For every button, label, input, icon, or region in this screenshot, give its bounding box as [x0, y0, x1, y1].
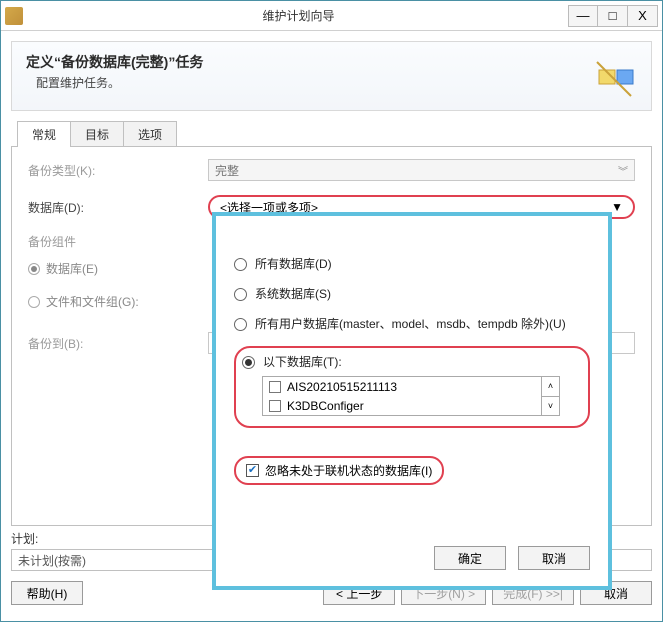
backup-type-combo: 完整 ︾: [208, 159, 635, 181]
component-db-radio: 数据库(E): [28, 260, 139, 277]
page-header: 定义“备份数据库(完整)”任务 配置维护任务。: [11, 41, 652, 111]
window-buttons: — □ X: [568, 5, 658, 27]
ignore-offline-checkbox[interactable]: ✔: [246, 464, 259, 477]
db-row-2[interactable]: K3DBConfiger: [263, 396, 541, 415]
chevron-down-icon: ︾: [618, 163, 628, 178]
close-button[interactable]: X: [628, 5, 658, 27]
row-backup-type: 备份类型(K): 完整 ︾: [28, 159, 635, 181]
radio-icon: [234, 288, 247, 301]
opt-these-text: 以下数据库(T):: [263, 354, 342, 370]
tab-options[interactable]: 选项: [123, 121, 177, 147]
opt-system-databases[interactable]: 系统数据库(S): [234, 286, 590, 302]
component-label: 备份组件: [28, 233, 139, 250]
backup-type-value: 完整: [215, 162, 239, 179]
db-name-2: K3DBConfiger: [287, 399, 364, 413]
dropdown-arrow-icon: ▼: [611, 200, 623, 214]
opt-sys-text: 系统数据库(S): [255, 286, 331, 302]
minimize-button[interactable]: —: [568, 5, 598, 27]
tab-target[interactable]: 目标: [70, 121, 124, 147]
opt-user-databases[interactable]: 所有用户数据库(master、model、msdb、tempdb 除外)(U): [234, 316, 590, 332]
plan-value-text: 未计划(按需): [18, 552, 86, 569]
header-decor-icon: [591, 52, 641, 102]
radio-icon: [28, 296, 40, 308]
backup-to-label: 备份到(B):: [28, 335, 208, 352]
database-label: 数据库(D):: [28, 199, 208, 216]
database-list-wrap: AIS20210515211113 K3DBConfiger ˄ ˅: [262, 376, 578, 416]
scroll-up-button[interactable]: ˄: [542, 377, 559, 397]
opt-user-text: 所有用户数据库(master、model、msdb、tempdb 除外)(U): [255, 316, 566, 332]
title-bar: 维护计划向导 — □ X: [1, 1, 662, 31]
db-row-1[interactable]: AIS20210515211113: [263, 377, 541, 396]
ignore-offline-label: 忽略未处于联机状态的数据库(I): [265, 462, 432, 479]
scroll-down-button[interactable]: ˅: [542, 397, 559, 416]
wizard-window: 维护计划向导 — □ X 定义“备份数据库(完整)”任务 配置维护任务。 常规 …: [0, 0, 663, 622]
database-dropdown-popup: 所有数据库(D) 系统数据库(S) 所有用户数据库(master、model、m…: [212, 212, 612, 590]
highlight-ignore-offline: ✔ 忽略未处于联机状态的数据库(I): [234, 456, 444, 485]
popup-ok-button[interactable]: 确定: [434, 546, 506, 570]
tab-general[interactable]: 常规: [17, 121, 71, 147]
opt-all-text: 所有数据库(D): [255, 256, 332, 272]
checkbox-icon[interactable]: [269, 381, 281, 393]
tab-strip: 常规 目标 选项: [17, 121, 652, 147]
maximize-button[interactable]: □: [598, 5, 628, 27]
app-icon: [5, 7, 23, 25]
radio-icon: [28, 263, 40, 275]
backup-type-label: 备份类型(K):: [28, 162, 208, 179]
component-fg-radio: 文件和文件组(G):: [28, 293, 139, 310]
highlight-these-databases: 以下数据库(T): AIS20210515211113 K3DBConfiger: [234, 346, 590, 428]
list-scroll-spinner: ˄ ˅: [542, 376, 560, 416]
radio-icon: [234, 258, 247, 271]
popup-cancel-button[interactable]: 取消: [518, 546, 590, 570]
component-fg-text: 文件和文件组(G):: [46, 293, 139, 310]
page-subtitle: 配置维护任务。: [36, 74, 637, 91]
opt-these-databases[interactable]: 以下数据库(T):: [242, 354, 578, 370]
component-db-text: 数据库(E): [46, 260, 98, 277]
popup-button-bar: 确定 取消: [234, 546, 590, 570]
radio-icon: [242, 356, 255, 369]
component-area: 备份组件 数据库(E) 文件和文件组(G):: [28, 233, 139, 318]
tab-panel-general: 备份类型(K): 完整 ︾ 数据库(D): <选择一项或多项> ▼ 备份组件: [11, 146, 652, 526]
radio-icon: [234, 318, 247, 331]
db-name-1: AIS20210515211113: [287, 380, 397, 394]
opt-all-databases[interactable]: 所有数据库(D): [234, 256, 590, 272]
content-area: 定义“备份数据库(完整)”任务 配置维护任务。 常规 目标 选项 备份类型(K)…: [1, 31, 662, 621]
window-title: 维护计划向导: [29, 7, 568, 24]
checkbox-icon[interactable]: [269, 400, 281, 412]
database-list[interactable]: AIS20210515211113 K3DBConfiger: [262, 376, 542, 416]
help-button[interactable]: 帮助(H): [11, 581, 83, 605]
page-title: 定义“备份数据库(完整)”任务: [26, 52, 637, 72]
